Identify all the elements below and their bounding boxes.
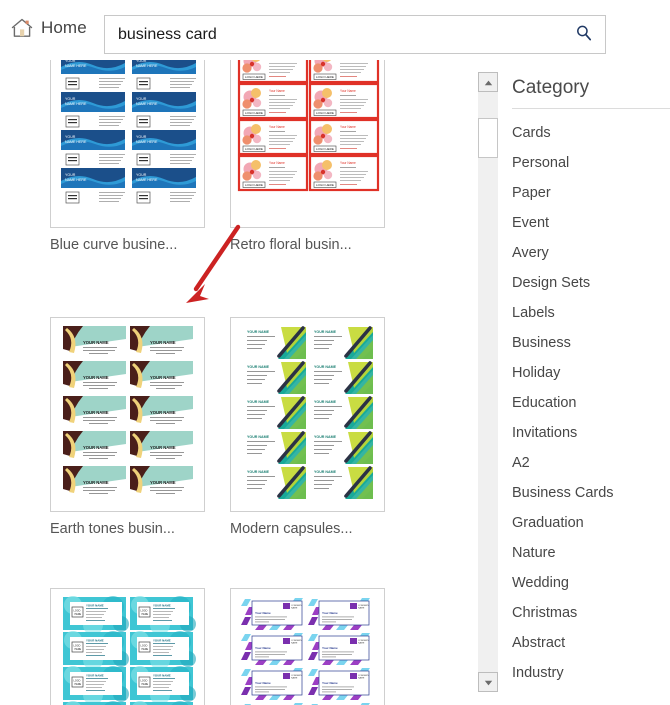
svg-text:Your Name: Your Name — [340, 161, 356, 165]
svg-text:Your Name: Your Name — [269, 89, 285, 93]
svg-text:YOUR: YOUR — [65, 173, 76, 177]
template-thumbnail[interactable]: YOUR NAME — [230, 317, 385, 512]
svg-text:NAME HERE: NAME HERE — [65, 178, 87, 182]
svg-text:LOGO HERE: LOGO HERE — [316, 147, 334, 151]
search-input[interactable] — [105, 16, 563, 53]
category-item-personal[interactable]: Personal — [512, 148, 670, 178]
category-divider — [512, 108, 670, 109]
svg-text:NAME HERE: NAME HERE — [136, 102, 158, 106]
category-item-design-sets[interactable]: Design Sets — [512, 268, 670, 298]
svg-text:YOUR: YOUR — [136, 173, 147, 177]
category-item-industry[interactable]: Industry — [512, 658, 670, 688]
svg-text:YOUR: YOUR — [65, 97, 76, 101]
template-thumbnail[interactable]: COMPANY NAME Your Name — [230, 588, 385, 705]
template-thumbnail[interactable]: YOUR NAME HERE YOUR NAME HERE YOUR NAME … — [50, 60, 205, 228]
thumbnail-artwork: YOUR NAME HERE YOUR NAME HERE YOUR NAME … — [51, 60, 204, 227]
category-item-christmas[interactable]: Christmas — [512, 598, 670, 628]
svg-text:NAME HERE: NAME HERE — [136, 178, 158, 182]
category-item-nature[interactable]: Nature — [512, 538, 670, 568]
template-item-watercolor[interactable]: LOGO HERE YOUR NAME — [50, 588, 205, 705]
home-button[interactable]: Home — [10, 17, 87, 39]
svg-text:YOUR: YOUR — [136, 60, 147, 63]
svg-text:NAME HERE: NAME HERE — [65, 140, 87, 144]
scroll-up-button[interactable] — [478, 72, 498, 92]
template-item-earth-tones[interactable]: YOUR NAME — [50, 317, 205, 537]
svg-text:Your Name: Your Name — [340, 89, 356, 93]
thumbnail-artwork: LOGO HERE YOUR NAME — [51, 589, 204, 705]
svg-text:NAME HERE: NAME HERE — [65, 102, 87, 106]
svg-text:NAME HERE: NAME HERE — [136, 140, 158, 144]
template-item-modern-capsules[interactable]: YOUR NAME — [230, 317, 385, 537]
svg-text:Your Name: Your Name — [269, 125, 285, 129]
header-bar: Home — [0, 0, 670, 60]
category-item-graduation[interactable]: Graduation — [512, 508, 670, 538]
svg-text:YOUR: YOUR — [136, 135, 147, 139]
category-item-business-cards[interactable]: Business Cards — [512, 478, 670, 508]
category-item-a2[interactable]: A2 — [512, 448, 670, 478]
category-item-business[interactable]: Business — [512, 328, 670, 358]
svg-text:LOGO HERE: LOGO HERE — [316, 183, 334, 187]
search-box[interactable] — [104, 15, 606, 54]
triangle-down-icon — [484, 673, 493, 691]
svg-text:Your Name: Your Name — [269, 161, 285, 165]
svg-text:LOGO HERE: LOGO HERE — [245, 183, 263, 187]
category-title: Category — [512, 77, 590, 98]
template-label: Retro floral busin... — [230, 237, 352, 253]
category-sidebar: Category Cards Personal Paper Event Aver… — [470, 60, 670, 705]
template-label: Modern capsules... — [230, 521, 353, 537]
thumbnail-artwork: LOGO HERE Your Name — [231, 60, 384, 227]
search-button[interactable] — [563, 16, 605, 53]
svg-text:NAME HERE: NAME HERE — [65, 64, 87, 68]
category-item-holiday[interactable]: Holiday — [512, 358, 670, 388]
category-item-cards[interactable]: Cards — [512, 118, 670, 148]
svg-text:LOGO HERE: LOGO HERE — [316, 75, 334, 79]
template-label: Blue curve busine... — [50, 237, 178, 253]
svg-text:LOGO HERE: LOGO HERE — [245, 147, 263, 151]
svg-text:LOGO HERE: LOGO HERE — [245, 111, 263, 115]
triangle-up-icon — [484, 73, 493, 91]
template-item-retro-floral[interactable]: LOGO HERE Your Name — [230, 60, 385, 253]
thumbnail-artwork: YOUR NAME — [51, 318, 204, 511]
thumbnail-artwork: COMPANY NAME Your Name — [231, 589, 384, 705]
home-icon — [10, 17, 34, 39]
svg-text:LOGO HERE: LOGO HERE — [316, 111, 334, 115]
category-item-paper[interactable]: Paper — [512, 178, 670, 208]
category-list: Cards Personal Paper Event Avery Design … — [512, 118, 670, 688]
scrollbar-thumb[interactable] — [478, 118, 498, 158]
template-thumbnail[interactable]: LOGO HERE Your Name — [230, 60, 385, 228]
category-item-wedding[interactable]: Wedding — [512, 568, 670, 598]
template-item-blue-curve[interactable]: YOUR NAME HERE YOUR NAME HERE YOUR NAME … — [50, 60, 205, 253]
svg-text:Your Name: Your Name — [340, 125, 356, 129]
category-item-event[interactable]: Event — [512, 208, 670, 238]
template-item-chevron[interactable]: COMPANY NAME Your Name — [230, 588, 385, 705]
sidebar-scrollbar[interactable] — [478, 72, 498, 692]
template-label: Earth tones busin... — [50, 521, 175, 537]
svg-text:YOUR: YOUR — [136, 97, 147, 101]
category-item-education[interactable]: Education — [512, 388, 670, 418]
category-item-abstract[interactable]: Abstract — [512, 628, 670, 658]
template-thumbnail[interactable]: YOUR NAME — [50, 317, 205, 512]
svg-text:YOUR: YOUR — [65, 135, 76, 139]
svg-text:YOUR: YOUR — [65, 60, 76, 63]
category-item-avery[interactable]: Avery — [512, 238, 670, 268]
svg-text:LOGO HERE: LOGO HERE — [245, 75, 263, 79]
template-results-grid[interactable]: YOUR NAME HERE YOUR NAME HERE YOUR NAME … — [0, 60, 470, 705]
category-item-invitations[interactable]: Invitations — [512, 418, 670, 448]
svg-text:NAME HERE: NAME HERE — [136, 64, 158, 68]
template-thumbnail[interactable]: LOGO HERE YOUR NAME — [50, 588, 205, 705]
template-browser-window: Home business card YOUR NAME HERE YOUR N… — [0, 0, 670, 705]
home-label: Home — [41, 18, 87, 37]
category-item-labels[interactable]: Labels — [512, 298, 670, 328]
scroll-down-button[interactable] — [478, 672, 498, 692]
thumbnail-artwork: YOUR NAME — [231, 318, 384, 511]
search-icon — [575, 24, 593, 45]
